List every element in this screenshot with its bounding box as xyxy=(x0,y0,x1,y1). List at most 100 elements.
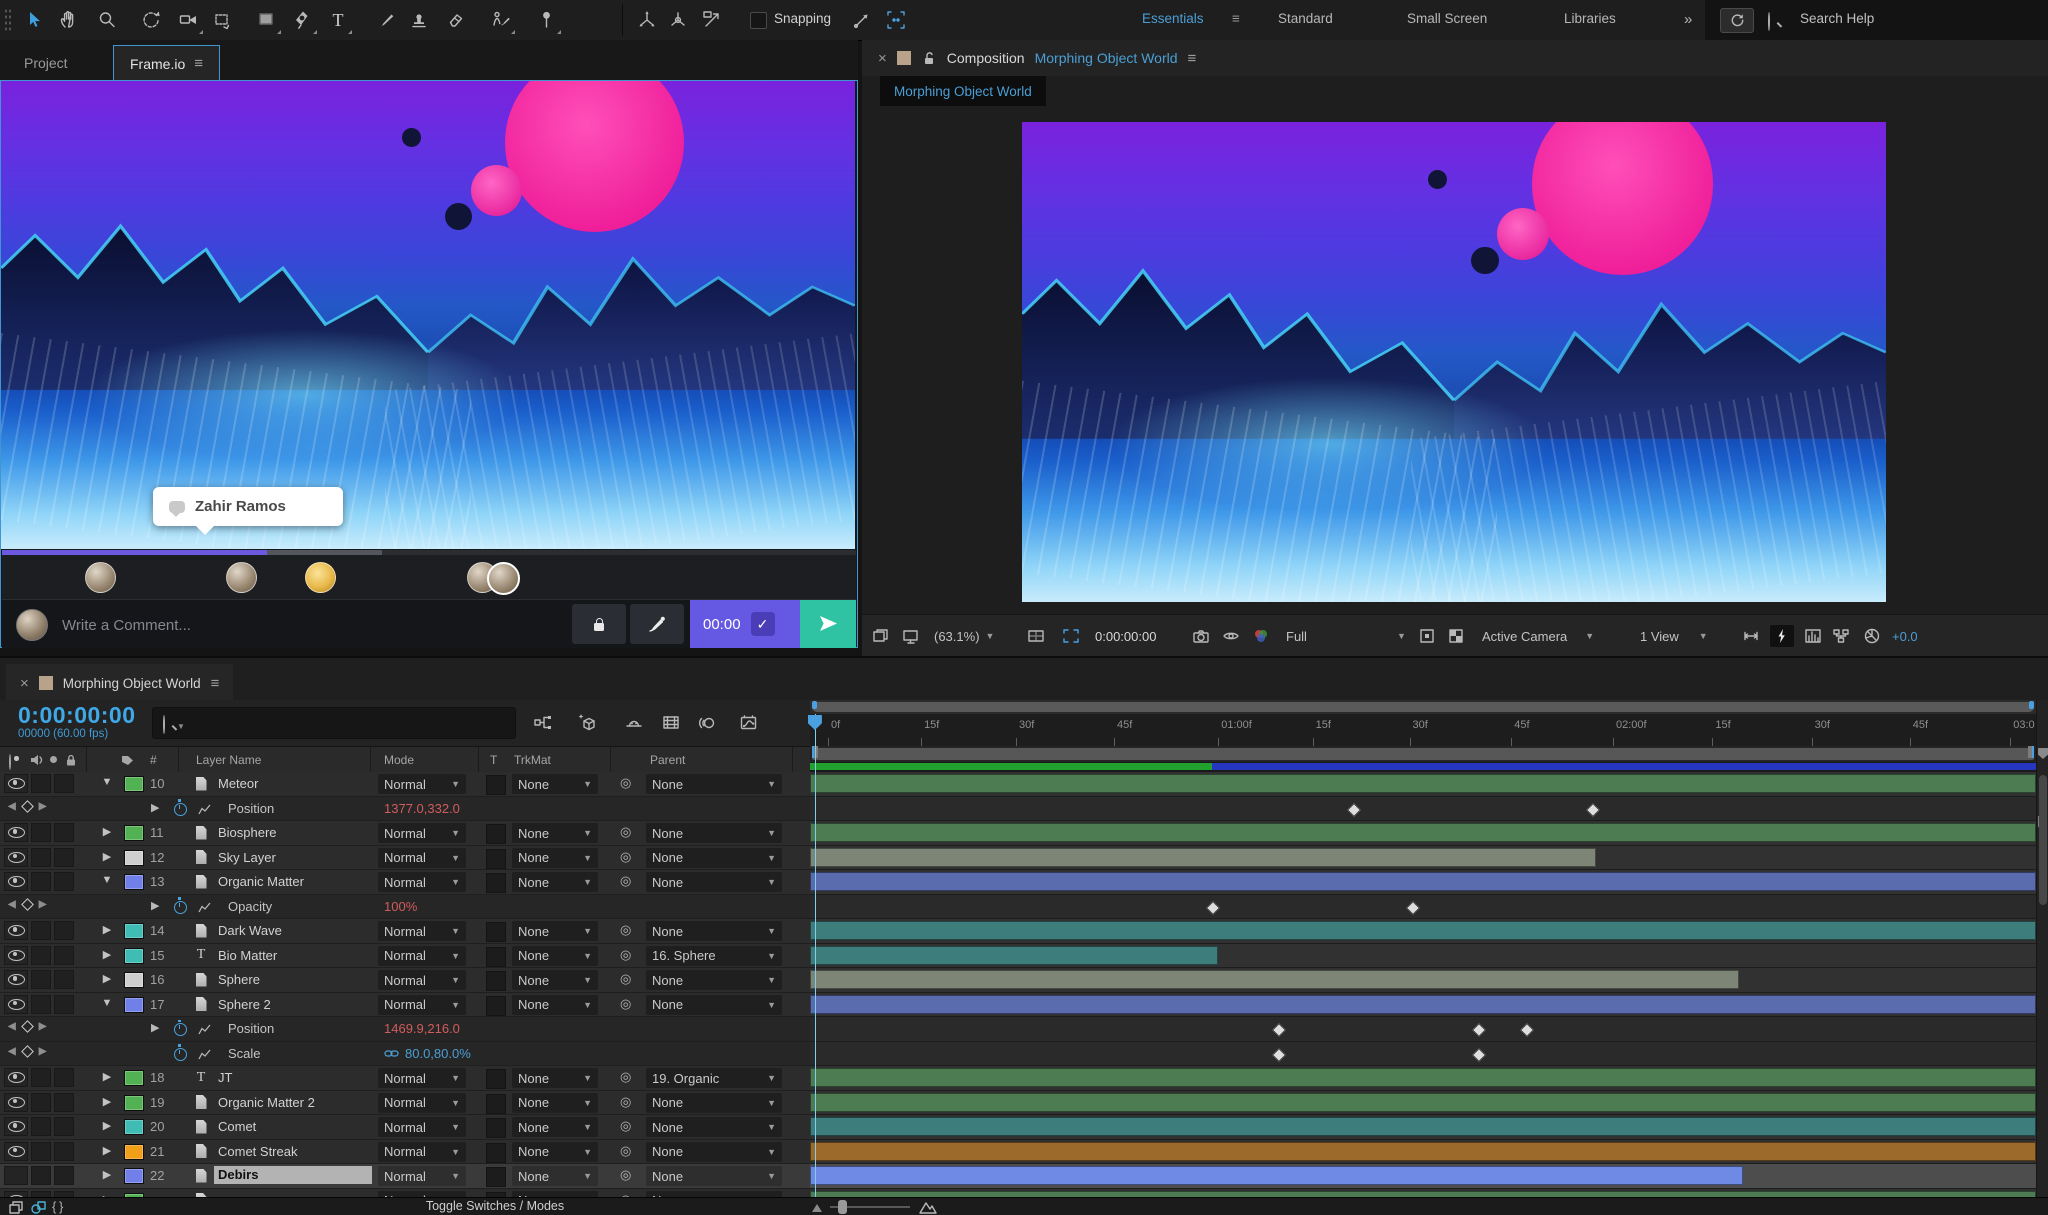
local-axis-mode-icon[interactable] xyxy=(631,4,663,36)
motion-blur-icon[interactable] xyxy=(694,710,720,736)
layer-duration-bar[interactable] xyxy=(810,970,1740,989)
preserve-transparency-checkbox[interactable] xyxy=(486,1167,506,1187)
expand-inout-icon[interactable]: { } xyxy=(52,1199,63,1214)
layer-row-13[interactable]: ▼ 13 Organic Matter Normal ▼ None ▼ ◎ None… xyxy=(0,870,810,895)
eye-toggle[interactable] xyxy=(4,847,28,867)
layer-name[interactable]: Sphere 2 xyxy=(218,997,368,1012)
trkmat-dropdown[interactable]: None▼ xyxy=(512,1141,598,1162)
puppet-pin-tool[interactable] xyxy=(531,4,563,36)
expand-arrow-icon[interactable]: ▶ xyxy=(151,801,159,814)
layer-name[interactable]: Bio Matter xyxy=(218,948,368,963)
expand-arrow-icon[interactable]: ▶ xyxy=(100,850,114,863)
blend-mode-dropdown[interactable]: Normal▼ xyxy=(378,1141,466,1162)
property-name[interactable]: Scale xyxy=(228,1046,261,1061)
layer-name[interactable]: Meteor xyxy=(218,776,368,791)
blend-mode-dropdown[interactable]: Normal▼ xyxy=(378,847,466,868)
trkmat-dropdown[interactable]: None▼ xyxy=(512,945,598,966)
work-area-bar[interactable] xyxy=(812,748,2034,760)
preserve-transparency-checkbox[interactable] xyxy=(486,1118,506,1138)
layer-track[interactable] xyxy=(810,1115,2036,1140)
property-value[interactable]: 1469.9,216.0 xyxy=(384,1021,460,1036)
frame-blending-icon[interactable] xyxy=(658,710,684,736)
exposure-icon[interactable] xyxy=(1863,615,1881,657)
eye-toggle[interactable] xyxy=(4,994,28,1014)
mini-flowchart-icon[interactable] xyxy=(530,710,556,736)
property-row-scale[interactable]: ◀ ▶ Scale 80.0,80.0% xyxy=(0,1041,810,1066)
solo-toggle[interactable] xyxy=(54,1068,74,1087)
trkmat-dropdown[interactable]: None▼ xyxy=(512,970,598,990)
preserve-transparency-checkbox[interactable] xyxy=(486,1069,506,1089)
eye-toggle[interactable] xyxy=(4,970,28,989)
blend-mode-dropdown[interactable]: Normal▼ xyxy=(378,774,466,794)
layer-label-swatch[interactable] xyxy=(124,996,144,1013)
rotation-tool[interactable] xyxy=(135,4,167,36)
parent-pickwhip-icon[interactable]: ◎ xyxy=(620,873,631,889)
layer-label-swatch[interactable] xyxy=(124,849,144,866)
exposure-value[interactable]: +0.0 xyxy=(1892,615,1918,657)
snapshot-icon[interactable] xyxy=(1192,615,1210,657)
trkmat-dropdown[interactable]: None▼ xyxy=(512,921,598,941)
layer-name[interactable]: Organic Matter xyxy=(218,874,368,889)
sync-settings-button[interactable] xyxy=(1720,8,1754,33)
workspace-tab-libraries[interactable]: Libraries xyxy=(1564,11,1616,26)
layer-name[interactable]: Dark Wave xyxy=(218,923,368,938)
keyframe-diamond[interactable] xyxy=(1519,1022,1535,1038)
solo-toggle[interactable] xyxy=(54,945,74,965)
show-snapshot-icon[interactable] xyxy=(1222,615,1240,657)
parent-dropdown[interactable]: None▼ xyxy=(646,1141,782,1162)
layer-track[interactable] xyxy=(810,772,2036,797)
parent-dropdown[interactable]: None▼ xyxy=(646,921,782,941)
timeline-zoom-knob[interactable] xyxy=(838,1200,847,1214)
toggle-switches-modes-button[interactable]: Toggle Switches / Modes xyxy=(90,1198,900,1215)
eye-toggle[interactable] xyxy=(4,1117,28,1136)
transparency-grid-icon[interactable] xyxy=(1418,615,1436,657)
property-name[interactable]: Position xyxy=(228,801,274,816)
blend-mode-dropdown[interactable]: Normal▼ xyxy=(378,970,466,990)
layer-track[interactable] xyxy=(810,1066,2036,1091)
expand-arrow-icon[interactable]: ▶ xyxy=(100,1168,114,1181)
eye-toggle[interactable] xyxy=(4,945,28,965)
parent-dropdown[interactable]: None▼ xyxy=(646,970,782,990)
commenter-avatar[interactable] xyxy=(225,562,257,593)
stopwatch-icon[interactable] xyxy=(174,799,187,816)
vertical-scrollbar[interactable] xyxy=(2039,775,2047,905)
eye-toggle[interactable] xyxy=(4,1068,28,1087)
comment-timestamp-block[interactable]: 00:00 ✓ xyxy=(690,600,800,648)
solo-toggle[interactable] xyxy=(54,872,74,891)
column-layer-name[interactable]: Layer Name xyxy=(196,753,261,767)
current-timecode[interactable]: 0:00:00:00 xyxy=(18,702,136,729)
layer-label-swatch[interactable] xyxy=(124,1070,144,1086)
preserve-transparency-checkbox[interactable] xyxy=(486,1142,506,1163)
graph-editor-icon[interactable] xyxy=(736,710,762,736)
trkmat-dropdown[interactable]: None▼ xyxy=(512,1166,598,1186)
trkmat-dropdown[interactable]: None▼ xyxy=(512,823,598,843)
blend-mode-dropdown[interactable]: Normal▼ xyxy=(378,823,466,843)
stopwatch-icon[interactable] xyxy=(174,1019,187,1036)
layer-row-14[interactable]: ▶ 14 Dark Wave Normal ▼ None ▼ ◎ None ▼ xyxy=(0,919,810,944)
layer-label-swatch[interactable] xyxy=(124,1168,144,1184)
layer-track[interactable] xyxy=(810,919,2036,944)
preserve-transparency-checkbox[interactable] xyxy=(486,775,506,795)
audio-toggle[interactable] xyxy=(31,1166,51,1185)
layer-row-11[interactable]: ▶ 11 Biosphere Normal ▼ None ▼ ◎ None ▼ xyxy=(0,821,810,846)
keyframe-diamond[interactable] xyxy=(1472,1047,1487,1062)
layer-row-12[interactable]: ▶ 12 Sky Layer Normal ▼ None ▼ ◎ None ▼ xyxy=(0,845,810,870)
pixel-aspect-icon[interactable] xyxy=(1742,615,1760,657)
layer-row-partial[interactable]: ▶ Normal▼ None▼ ◎ None▼ xyxy=(0,1188,810,1197)
layer-track[interactable] xyxy=(810,1090,2036,1115)
clone-stamp-tool[interactable] xyxy=(404,4,436,36)
solo-toggle[interactable] xyxy=(54,823,74,842)
checkerboard-icon[interactable] xyxy=(1447,615,1465,657)
preserve-transparency-checkbox[interactable] xyxy=(486,922,506,942)
panel-menu-icon[interactable]: ≡ xyxy=(194,55,203,72)
layer-label-swatch[interactable] xyxy=(124,825,144,841)
flowchart-icon[interactable] xyxy=(1832,615,1850,657)
zoom-in-mountain-icon[interactable] xyxy=(918,1199,938,1215)
stopwatch-icon[interactable] xyxy=(174,897,187,914)
composition-tab[interactable]: Morphing Object World xyxy=(880,76,1046,106)
parent-dropdown[interactable]: None▼ xyxy=(646,1092,782,1113)
audio-toggle[interactable] xyxy=(31,970,51,989)
layer-name[interactable]: Biosphere xyxy=(218,825,368,840)
audio-toggle[interactable] xyxy=(31,774,51,793)
solo-toggle[interactable] xyxy=(54,1117,74,1136)
